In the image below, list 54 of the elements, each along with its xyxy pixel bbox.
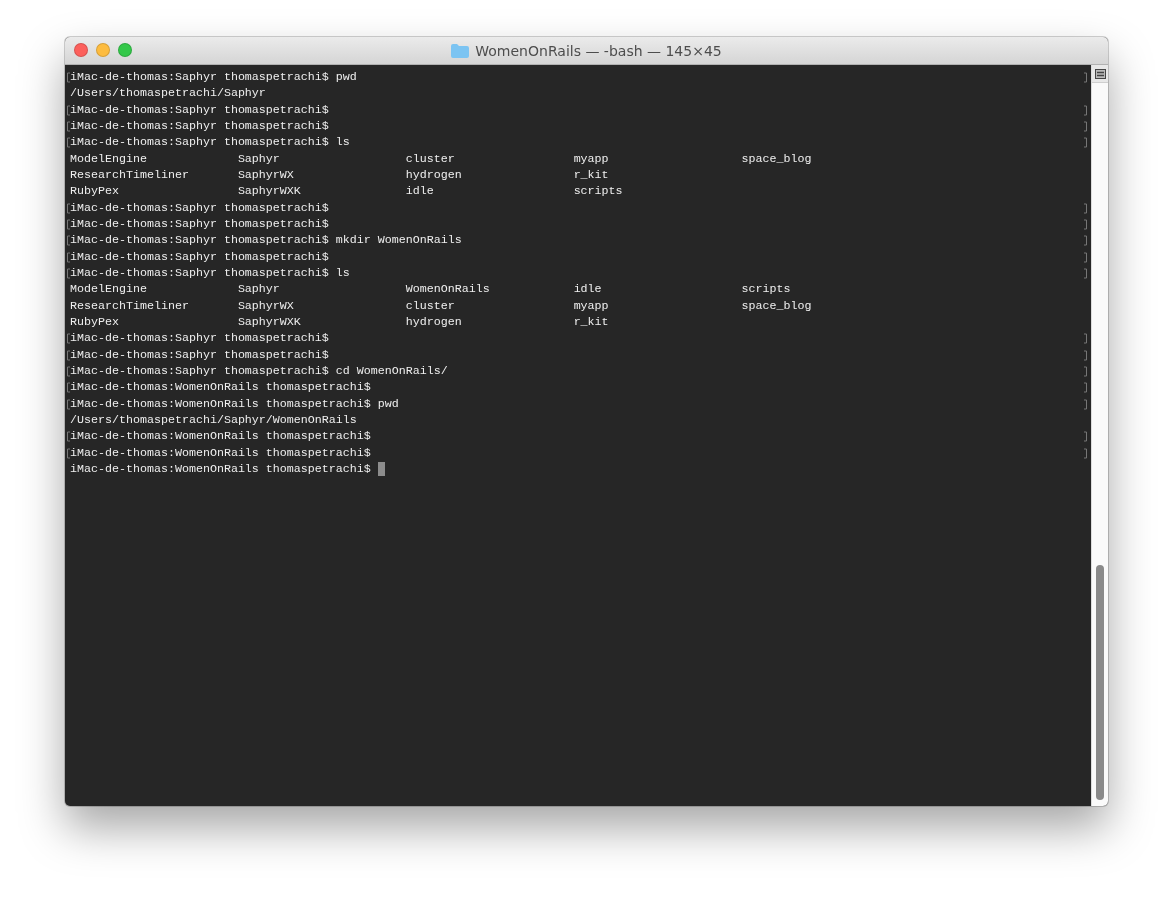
file-name: idle	[573, 281, 603, 298]
file-name: scripts	[573, 183, 624, 200]
prompt-line: iMac-de-thomas:WomenOnRails thomaspetrachi$	[70, 428, 371, 445]
prompt-line: iMac-de-thomas:Saphyr thomaspetrachi$ ls	[70, 264, 350, 282]
output-line: /Users/thomaspetrachi/Saphyr	[70, 85, 266, 102]
file-name: myapp	[573, 297, 610, 314]
file-name: ResearchTimeliner	[70, 166, 190, 184]
file-name: ModelEngine	[70, 150, 148, 167]
prompt-line: iMac-de-thomas:Saphyr thomaspetrachi$ mkdir WomenOnRails	[70, 232, 462, 249]
prompt-line: iMac-de-thomas:WomenOnRails thomaspetrachi$	[70, 460, 371, 478]
file-name: Saphyr	[237, 281, 281, 298]
file-name: RubyPex	[70, 183, 120, 200]
window-title: WomenOnRails — -bash — 145×45	[475, 42, 722, 59]
prompt-line: iMac-de-thomas:WomenOnRails thomaspetrachi$	[70, 379, 371, 396]
file-name: Saphyr	[237, 150, 281, 167]
prompt-line: iMac-de-thomas:Saphyr thomaspetrachi$	[70, 199, 329, 216]
file-name: space_blog	[741, 297, 813, 314]
prompt-line: iMac-de-thomas:WomenOnRails thomaspetrachi$	[70, 444, 371, 461]
file-name: WomenOnRails	[405, 281, 491, 298]
prompt-line: iMac-de-thomas:Saphyr thomaspetrachi$	[70, 101, 329, 118]
prompt-line: iMac-de-thomas:Saphyr thomaspetrachi$	[70, 215, 329, 233]
prompt-line: iMac-de-thomas:Saphyr thomaspetrachi$ ls	[70, 134, 350, 151]
file-name: SaphyrWXK	[237, 313, 302, 331]
output-line: /Users/thomaspetrachi/Saphyr/WomenOnRails	[70, 411, 357, 429]
file-name: ResearchTimeliner	[70, 297, 190, 314]
zoom-button[interactable]	[118, 43, 132, 57]
prompt-line: iMac-de-thomas:Saphyr thomaspetrachi$	[70, 118, 329, 135]
prompt-line: iMac-de-thomas:WomenOnRails thomaspetrachi$ pwd	[70, 395, 399, 412]
folder-icon	[451, 43, 470, 58]
file-name: cluster	[405, 150, 456, 167]
file-name: scripts	[741, 281, 792, 298]
file-name: SaphyrWX	[237, 166, 295, 184]
prompt-line: iMac-de-thomas:Saphyr thomaspetrachi$	[70, 248, 329, 265]
file-name: SaphyrWX	[237, 297, 295, 314]
close-button[interactable]	[74, 43, 88, 57]
file-name: r_kit	[573, 313, 610, 331]
file-name: r_kit	[573, 166, 610, 184]
split-icon	[1094, 68, 1106, 79]
file-name: SaphyrWXK	[237, 183, 302, 200]
file-name: myapp	[573, 150, 610, 167]
prompt-line: iMac-de-thomas:Saphyr thomaspetrachi$ cd WomenOnRails/	[70, 362, 448, 380]
file-name: hydrogen	[405, 166, 463, 184]
file-name: idle	[405, 183, 435, 200]
file-name: cluster	[405, 297, 456, 314]
file-name: RubyPex	[70, 313, 120, 331]
split-pane-button[interactable]	[1091, 65, 1108, 83]
scroll-thumb[interactable]	[1096, 565, 1104, 800]
file-name: ModelEngine	[70, 281, 148, 298]
minimize-button[interactable]	[96, 43, 110, 57]
file-name: hydrogen	[405, 313, 463, 331]
prompt-line: iMac-de-thomas:Saphyr thomaspetrachi$	[70, 346, 329, 363]
file-name: space_blog	[741, 150, 813, 167]
prompt-line: iMac-de-thomas:Saphyr thomaspetrachi$ pwd	[70, 69, 357, 86]
prompt-line: iMac-de-thomas:Saphyr thomaspetrachi$	[70, 330, 329, 347]
